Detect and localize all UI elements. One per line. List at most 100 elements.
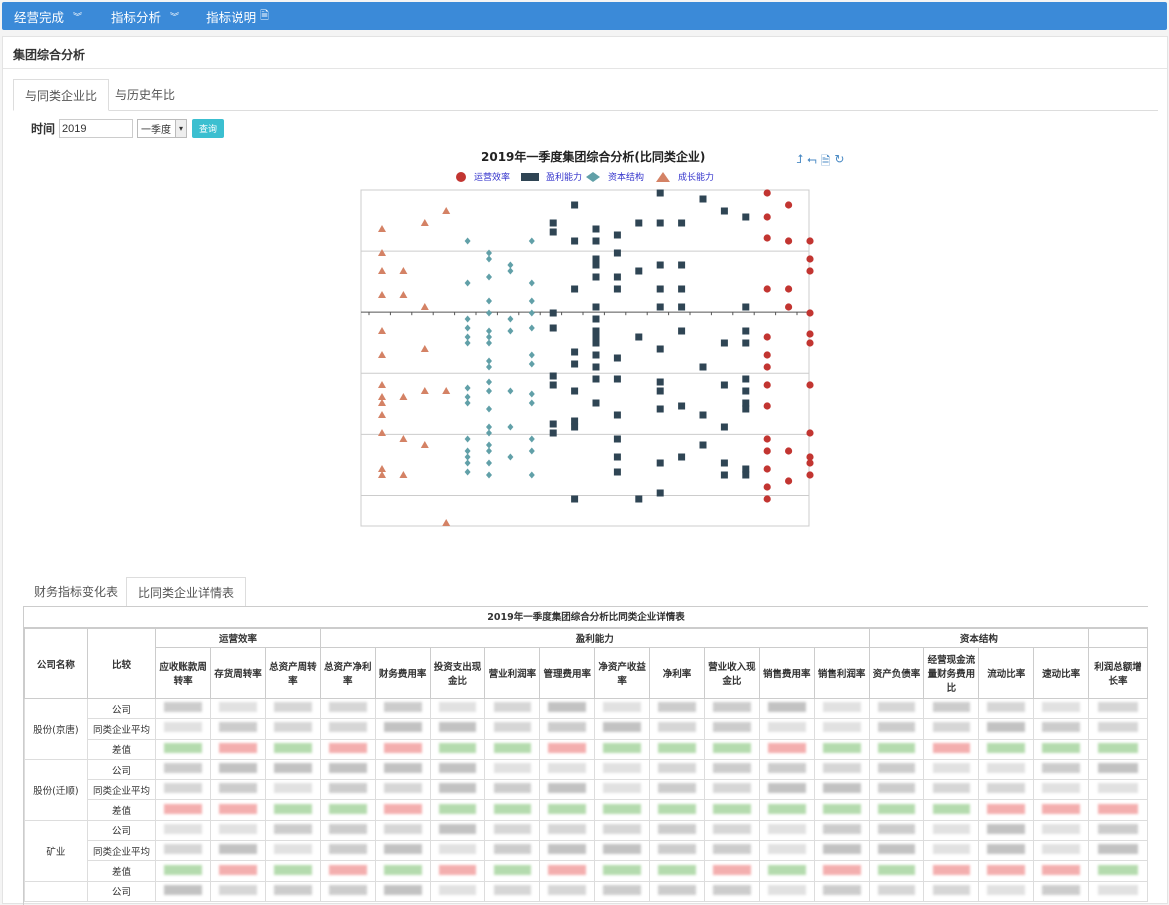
data-point (571, 417, 579, 425)
data-point (806, 237, 814, 245)
header-metric: 资产负债率 (868, 646, 925, 700)
nav-indicator-analysis[interactable]: 指标分析 ︾ (111, 7, 179, 26)
redacted-value (274, 844, 312, 855)
data-point (486, 387, 492, 395)
value-cell (264, 718, 321, 740)
redacted-value (658, 722, 696, 733)
value-cell (539, 697, 596, 720)
table-row: 同类企业平均 (25, 779, 1148, 801)
compare-type-cell: 差值 (86, 860, 157, 882)
data-point (656, 303, 664, 311)
nav-operation-complete[interactable]: 经营完成 ︾ (14, 7, 82, 26)
value-cell (484, 799, 541, 821)
redacted-value (219, 864, 257, 875)
data-point (486, 273, 492, 281)
redacted-value (713, 864, 751, 875)
value-cell (1088, 880, 1148, 902)
redacted-value (493, 763, 532, 774)
redacted-value (274, 722, 312, 733)
compare-type-cell: 公司 (86, 819, 157, 842)
value-cell (374, 738, 431, 760)
redacted-value (274, 864, 312, 875)
redacted-value (987, 844, 1026, 855)
header-metric: 应收账款周转率 (155, 646, 212, 700)
value-cell (264, 819, 321, 842)
nav-label: 经营完成 (14, 9, 65, 25)
compare-type-cell: 差值 (86, 738, 157, 760)
data-point (571, 423, 579, 431)
value-cell (978, 819, 1035, 842)
redacted-value (987, 864, 1026, 875)
data-point (486, 333, 492, 341)
value-cell (978, 880, 1035, 902)
redacted-value (383, 783, 422, 794)
value-cell (1033, 819, 1090, 842)
value-cell (539, 738, 596, 760)
redacted-value (767, 722, 806, 733)
redacted-value (822, 763, 861, 774)
data-point (678, 219, 686, 227)
value-cell (594, 799, 651, 821)
redacted-value (1097, 783, 1139, 794)
value-cell (649, 718, 705, 740)
redacted-value (658, 742, 696, 753)
value-cell (374, 779, 431, 801)
redacted-value (767, 844, 806, 855)
value-cell (1033, 738, 1090, 760)
value-cell (649, 880, 705, 902)
value-cell (319, 819, 376, 842)
data-point (507, 453, 514, 461)
data-point (486, 255, 492, 263)
redacted-value (1097, 803, 1139, 814)
value-cell (155, 758, 212, 781)
data-point (806, 267, 814, 275)
value-cell (868, 738, 925, 760)
header-metric: 财务费用率 (374, 646, 431, 700)
value-cell (155, 860, 212, 882)
value-cell (594, 697, 651, 720)
redacted-value (877, 722, 916, 733)
data-point (592, 303, 600, 311)
data-point (763, 363, 771, 371)
redacted-value (219, 803, 257, 814)
header-group: 运营效率 (155, 628, 321, 648)
value-cell (703, 799, 760, 821)
data-point (420, 441, 429, 448)
value-cell (978, 758, 1035, 781)
data-point (507, 267, 514, 275)
data-point (613, 231, 621, 239)
tab-financial-change[interactable]: 财务指标变化表 (23, 577, 129, 607)
value-cell (703, 758, 760, 781)
redacted-value (822, 742, 861, 753)
data-point (528, 471, 535, 479)
redacted-value (328, 722, 367, 733)
value-cell (923, 880, 980, 902)
data-point (486, 429, 492, 437)
redacted-value (164, 884, 203, 895)
value-cell (155, 738, 212, 760)
tab-peer-detail[interactable]: 比同类企业详情表 (126, 577, 247, 607)
redacted-value (1042, 823, 1081, 834)
redacted-value (493, 742, 532, 753)
redacted-value (219, 702, 257, 713)
header-metric: 销售费用率 (758, 646, 815, 700)
value-cell (210, 697, 266, 720)
redacted-value (219, 763, 257, 774)
data-point (528, 360, 535, 368)
redacted-value (932, 763, 971, 774)
value-cell (649, 840, 705, 862)
data-point (785, 237, 793, 245)
value-cell (868, 840, 925, 862)
redacted-value (1097, 823, 1139, 834)
value-cell (923, 779, 980, 801)
redacted-value (603, 763, 642, 774)
data-point (742, 405, 750, 413)
data-point (486, 297, 492, 305)
double-chevron-down-icon: ︾ (73, 12, 82, 23)
value-cell (868, 799, 925, 821)
nav-indicator-description[interactable]: 指标说明 🗎 (206, 7, 269, 26)
redacted-value (493, 844, 532, 855)
data-point (763, 495, 771, 503)
value-cell (374, 718, 431, 740)
redacted-value (438, 864, 477, 875)
